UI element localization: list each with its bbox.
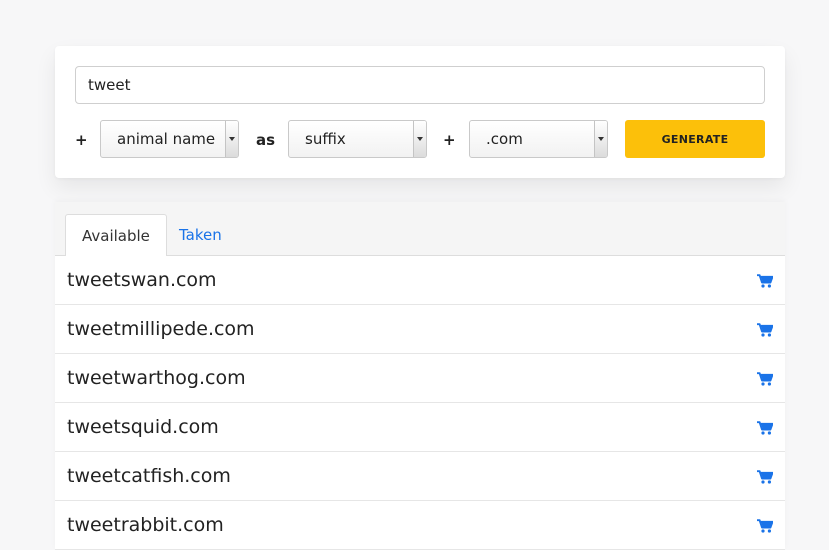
generate-button[interactable]: Generate <box>625 120 765 158</box>
domain-name: tweetswan.com <box>67 269 217 291</box>
list-item: tweetsquid.com <box>55 403 785 452</box>
cart-icon[interactable] <box>757 372 773 386</box>
generator-panel: + animal name as suffix + .com Generate <box>55 46 785 178</box>
tab-taken[interactable]: Taken <box>163 214 238 257</box>
tab-available[interactable]: Available <box>65 214 167 257</box>
domain-name: tweetmillipede.com <box>67 318 255 340</box>
tld-select[interactable]: .com <box>469 120 608 158</box>
category-select[interactable]: animal name <box>100 120 239 158</box>
cart-icon[interactable] <box>757 470 773 484</box>
cart-icon[interactable] <box>757 421 773 435</box>
tld-select-value: .com <box>486 130 523 148</box>
dropdown-arrow-icon <box>594 121 607 157</box>
results-panel: Available Taken tweetswan.com tweetmilli… <box>55 202 785 550</box>
results-list: tweetswan.com tweetmillipede.com tweetwa… <box>55 256 785 550</box>
as-label: as <box>256 131 276 149</box>
list-item: tweetswan.com <box>55 256 785 305</box>
cart-icon[interactable] <box>757 323 773 337</box>
category-select-value: animal name <box>117 130 216 148</box>
domain-name: tweetwarthog.com <box>67 367 246 389</box>
domain-name: tweetsquid.com <box>67 416 219 438</box>
keyword-input[interactable] <box>75 66 765 104</box>
dropdown-arrow-icon <box>225 121 238 157</box>
list-item: tweetcatfish.com <box>55 452 785 501</box>
dropdown-arrow-icon <box>413 121 426 157</box>
position-select[interactable]: suffix <box>288 120 427 158</box>
plus-sign: + <box>443 131 456 149</box>
list-item: tweetrabbit.com <box>55 501 785 550</box>
list-item: tweetmillipede.com <box>55 305 785 354</box>
cart-icon[interactable] <box>757 519 773 533</box>
results-tabs: Available Taken <box>55 202 785 257</box>
domain-name: tweetrabbit.com <box>67 514 224 536</box>
domain-name: tweetcatfish.com <box>67 465 231 487</box>
list-item: tweetwarthog.com <box>55 354 785 403</box>
cart-icon[interactable] <box>757 274 773 288</box>
plus-sign: + <box>75 131 88 149</box>
position-select-value: suffix <box>305 130 346 148</box>
